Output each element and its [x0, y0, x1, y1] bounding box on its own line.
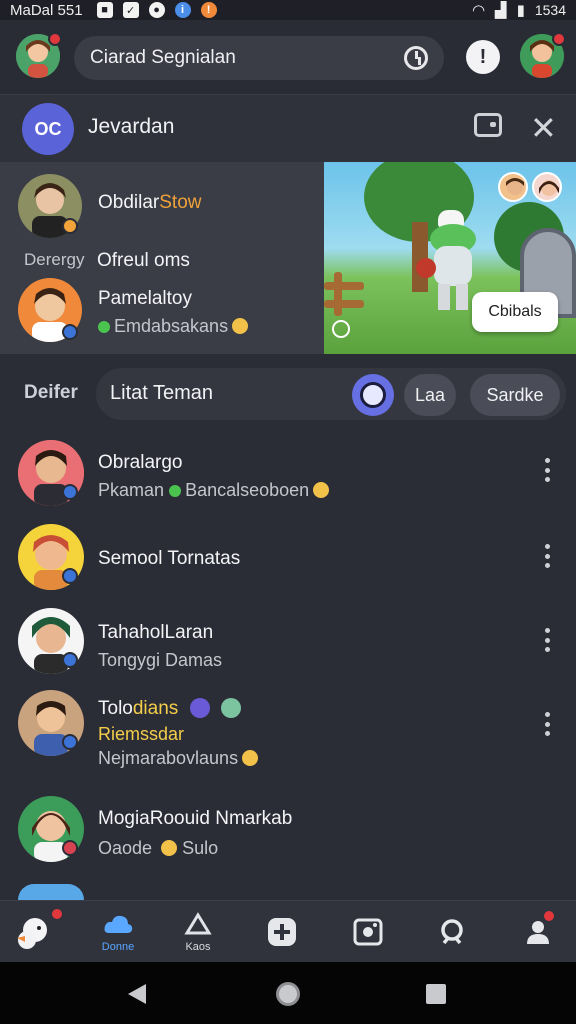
friend-status-dot — [62, 568, 78, 584]
photo-icon — [353, 918, 383, 946]
carrier-name: MaDal 551 — [10, 1, 83, 19]
close-icon[interactable]: ✕ — [530, 112, 557, 144]
featured-status-2: Emdabsakans — [98, 316, 249, 337]
info-icon: i — [174, 2, 191, 18]
status-bar: MaDal 551 ■ ✓ ● i ! ◠ ▟ ▮ 1534 — [0, 0, 576, 20]
emoji-icon — [161, 840, 178, 856]
more-options-icon[interactable] — [544, 628, 550, 652]
friend-name: Semool Tornatas — [98, 548, 241, 569]
game-icon: ● — [148, 2, 165, 18]
scene-fence — [324, 300, 364, 308]
filter-title: Litat Teman — [110, 382, 214, 404]
list-item[interactable]: MogiaRoouid Nmarkab Oaode Sulo — [0, 794, 576, 866]
bottom-nav: Donne Kaos — [0, 900, 576, 962]
bookmark-icon: ■ — [96, 2, 113, 18]
duck-avatar-icon — [17, 918, 47, 949]
nav-search[interactable] — [432, 901, 472, 963]
nav-create[interactable] — [262, 901, 302, 963]
featured-list: ObdilarStow Derergy Ofreul oms Pamelalto… — [0, 162, 324, 354]
battery-icon: ▮ — [516, 2, 525, 19]
section-label: Deifer — [24, 382, 78, 403]
scene-fence — [324, 282, 364, 290]
scene-viewer-avatar-1[interactable] — [498, 172, 528, 202]
emoji-icon — [242, 750, 259, 766]
search-text: Ciarad Segnialan — [90, 47, 236, 68]
chip-laa[interactable]: Laa — [404, 374, 456, 416]
badge-purple-icon — [189, 698, 210, 718]
emoji-icon — [232, 318, 249, 334]
friend-name: MogiaRoouid Nmarkab — [98, 808, 293, 829]
featured-caption-label: Derergy — [24, 250, 85, 269]
friend-name: Tolodians — [98, 698, 241, 720]
chip-sardke[interactable]: Sardke — [470, 374, 560, 416]
back-icon[interactable] — [128, 984, 146, 1004]
triangle-icon — [184, 912, 212, 935]
friend-status: Pkaman Bancalseoboen — [98, 480, 330, 501]
clock-icon[interactable] — [404, 46, 428, 70]
friend-name: Obralargo — [98, 452, 183, 473]
top-header: Ciarad Segnialan ! — [0, 20, 576, 94]
check-icon: ✓ — [122, 2, 139, 18]
nav-explore-label: Kaos — [185, 941, 211, 953]
list-item[interactable]: Obralargo Pkaman Bancalseoboen — [0, 438, 576, 510]
friends-badge — [552, 32, 566, 46]
ring-icon — [360, 382, 386, 408]
nav-profile-badge — [50, 907, 64, 921]
system-nav-bar — [0, 962, 576, 1024]
wifi-icon: ◠ — [471, 2, 486, 19]
notification-badge — [48, 32, 62, 46]
message-icon[interactable]: ! — [466, 40, 500, 74]
list-item[interactable]: Tolodians Riemssdar Nejmarabovlauns — [0, 688, 576, 784]
friends-filter-row: Deifer Litat Teman Laa Sardke — [0, 362, 576, 426]
featured-caption-value: Ofreul oms — [97, 250, 190, 271]
scene-fence — [334, 272, 342, 316]
friend-name: TahaholLaran — [98, 622, 214, 643]
friend-status-dot — [62, 484, 78, 500]
nav-media[interactable] — [348, 901, 388, 963]
ring-filter-button[interactable] — [352, 374, 394, 416]
alert-icon: ! — [200, 2, 217, 18]
status-green-icon — [169, 485, 182, 497]
server-logo[interactable]: OC — [22, 103, 74, 155]
featured-status-dot-1 — [62, 218, 78, 234]
recent-apps-icon[interactable] — [426, 984, 446, 1004]
home-icon[interactable] — [276, 982, 300, 1006]
friend-status-dot — [62, 652, 78, 668]
featured-name-2: Pamelaltoy — [98, 288, 192, 309]
friend-avatar-partial[interactable] — [18, 884, 84, 900]
list-item[interactable]: TahaholLaran Tongygi Damas — [0, 606, 576, 678]
nav-explore[interactable]: Kaos — [176, 901, 220, 963]
cloud-icon — [104, 915, 133, 933]
friend-status-dot — [62, 734, 78, 750]
server-title: Jevardan — [88, 115, 175, 138]
plus-icon — [268, 918, 296, 946]
scene-viewer-avatar-2[interactable] — [532, 172, 562, 202]
signal-icon: ▟ — [495, 2, 507, 19]
nav-home-label: Donne — [101, 941, 135, 953]
friend-status-dot — [62, 840, 78, 856]
nav-home[interactable]: Donne — [96, 901, 140, 963]
more-options-icon[interactable] — [544, 544, 550, 568]
more-options-icon[interactable] — [544, 712, 550, 736]
featured-status-dot-2 — [62, 324, 78, 340]
friend-status: Tongygi Damas — [98, 650, 223, 670]
more-options-icon[interactable] — [544, 458, 550, 482]
featured-name-1: ObdilarStow — [98, 192, 202, 213]
friend-subtitle: Riemssdar — [98, 724, 185, 744]
scene-indicator-icon[interactable] — [332, 320, 350, 338]
badge-green-icon — [220, 698, 241, 718]
nav-account-badge — [542, 909, 556, 923]
nav-profile[interactable] — [10, 901, 56, 963]
list-item[interactable]: Semool Tornatas — [0, 522, 576, 594]
scene-label[interactable]: Cbibals — [472, 292, 558, 332]
emoji-icon — [313, 482, 330, 498]
status-time: 1534 — [534, 2, 566, 18]
search-icon — [441, 919, 463, 945]
status-green-icon — [98, 321, 110, 333]
wallet-icon[interactable] — [474, 113, 502, 137]
search-bar[interactable]: Ciarad Segnialan — [74, 36, 444, 80]
server-header: OC Jevardan — [0, 94, 576, 162]
friend-status: Oaode Sulo — [98, 838, 219, 858]
friend-status: Nejmarabovlauns — [98, 748, 259, 769]
